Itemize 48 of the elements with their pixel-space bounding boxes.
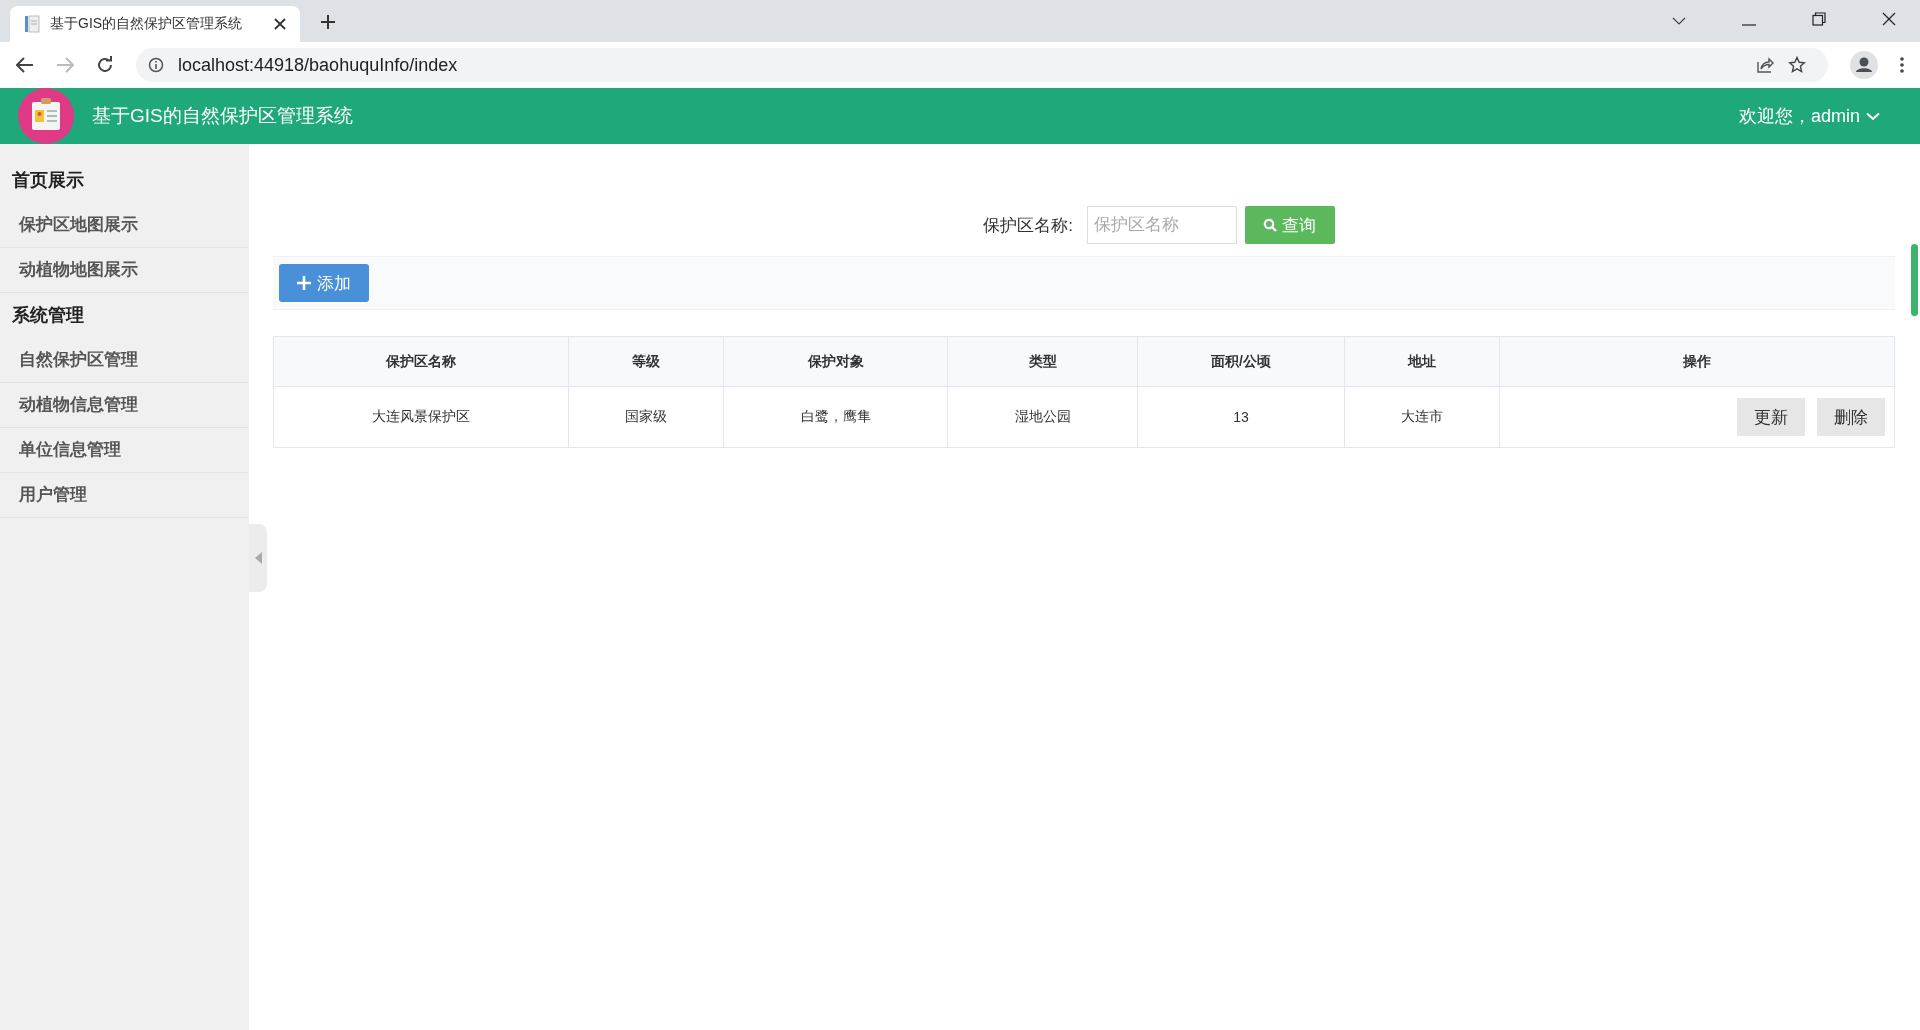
sidebar-item[interactable]: 自然保护区管理 <box>0 338 250 383</box>
info-icon <box>148 57 164 73</box>
plus-icon[interactable] <box>320 14 336 30</box>
sidebar-item[interactable]: 动植物地图展示 <box>0 248 250 293</box>
column-header: 面积/公顷 <box>1137 336 1345 387</box>
reload-icon[interactable] <box>96 56 114 74</box>
table-cell: 国家级 <box>568 386 724 448</box>
sidebar-group-title[interactable]: 首页展示 <box>0 158 250 203</box>
sidebar-group-title[interactable]: 系统管理 <box>0 293 250 338</box>
table-cell: 大连风景保护区 <box>273 386 569 448</box>
search-icon <box>1263 218 1278 232</box>
column-header: 保护对象 <box>723 336 948 387</box>
sidebar-item[interactable]: 动植物信息管理 <box>0 383 250 428</box>
tab-title: 基于GIS的自然保护区管理系统 <box>50 15 244 33</box>
collapse-handle[interactable] <box>249 524 267 592</box>
share-icon[interactable] <box>1756 56 1774 74</box>
back-arrow-icon[interactable] <box>16 57 34 73</box>
column-header: 操作 <box>1499 336 1895 387</box>
table-cell: 白鹭，鹰隼 <box>723 386 948 448</box>
sidebar-item[interactable]: 用户管理 <box>0 473 250 518</box>
column-header: 类型 <box>947 336 1138 387</box>
more-menu-icon[interactable] <box>1900 57 1904 73</box>
sidebar-item[interactable]: 单位信息管理 <box>0 428 250 473</box>
plus-icon <box>297 276 311 290</box>
app-title: 基于GIS的自然保护区管理系统 <box>92 104 353 128</box>
profile-avatar-icon[interactable] <box>1850 51 1878 79</box>
table-cell: 13 <box>1137 386 1345 448</box>
update-button[interactable]: 更新 <box>1737 398 1805 436</box>
sidebar-item[interactable]: 保护区地图展示 <box>0 203 250 248</box>
column-header: 保护区名称 <box>273 336 569 387</box>
close-icon[interactable] <box>1882 12 1896 26</box>
star-icon[interactable] <box>1788 56 1806 74</box>
close-icon[interactable] <box>274 18 286 30</box>
restore-icon[interactable] <box>1812 12 1826 26</box>
search-label: 保护区名称: <box>983 214 1073 237</box>
url-text: localhost:44918/baohuquInfo/index <box>178 54 458 76</box>
search-field[interactable]: 保护区名称 <box>1086 206 1237 244</box>
column-header: 等级 <box>568 336 724 387</box>
column-header: 地址 <box>1344 336 1500 387</box>
address-bar[interactable]: localhost:44918/baohuquInfo/index <box>136 48 1828 82</box>
browser-tab[interactable]: 基于GIS的自然保护区管理系统 <box>10 6 300 42</box>
chevron-down-icon[interactable] <box>1672 16 1686 26</box>
document-icon <box>24 15 40 33</box>
table-cell: 湿地公园 <box>947 386 1138 448</box>
scrollbar-thumb[interactable] <box>1911 244 1918 316</box>
add-button[interactable]: 添加 <box>279 264 369 302</box>
delete-button[interactable]: 删除 <box>1817 398 1885 436</box>
table-cell: 大连市 <box>1344 386 1500 448</box>
